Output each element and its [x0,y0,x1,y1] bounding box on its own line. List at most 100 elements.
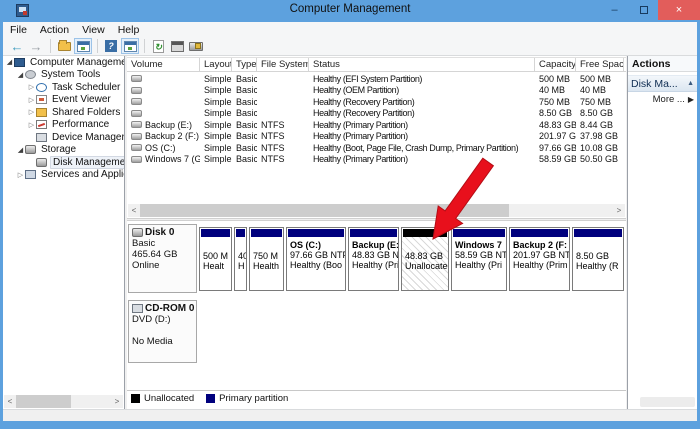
collapse-icon[interactable]: ▲ [687,80,694,87]
scroll-right-icon[interactable]: > [613,206,625,215]
legend-label: Unallocated [144,393,194,404]
disk0-info-cell[interactable]: Disk 0 Basic 465.64 GB Online [128,224,197,293]
actions-scrollbar[interactable] [640,397,695,407]
clock-icon [36,83,47,92]
actions-section-disk-management[interactable]: Disk Ma... ▲ [628,75,697,92]
volume-row[interactable]: SimpleBasicHealthy (EFI System Partition… [127,73,626,85]
volume-row[interactable]: Backup 2 (F:)SimpleBasicNTFSHealthy (Pri… [127,131,626,143]
menu-file[interactable]: File [10,24,27,36]
minimize-button[interactable]: – [600,0,629,20]
column-header-file-system[interactable]: File System [257,58,309,71]
cell-layout: Simple [200,143,232,153]
help-icon[interactable]: ? [102,38,120,54]
volume-horizontal-scrollbar[interactable]: < > [128,204,625,217]
scroll-left-icon[interactable]: < [4,397,16,406]
console-window-icon[interactable] [121,38,139,54]
column-header-layout[interactable]: Layout [200,58,232,71]
volume-row[interactable]: SimpleBasicHealthy (Recovery Partition)7… [127,96,626,108]
tree-item-disk-management[interactable]: Disk Management [3,156,124,169]
cell-free: 10.08 GB [576,143,624,153]
partition-500-m[interactable]: 500 MHealt [199,227,232,291]
column-header-free-space[interactable]: Free Space [576,58,624,71]
expand-icon[interactable]: ▷ [27,108,36,116]
volume-icon [131,75,142,82]
partition-8.50-gb[interactable]: 8.50 GBHealthy (R [572,227,624,291]
tree-item-system-tools[interactable]: ◢System Tools [3,69,124,82]
cell-fs: NTFS [257,143,309,153]
expand-icon[interactable]: ▷ [27,121,36,129]
partition-backup-2-f[interactable]: Backup 2 (F:201.97 GB NTIHealthy (Prim [509,227,570,291]
folder-icon[interactable] [55,38,73,54]
app-frame: File Action View Help ←→? ◢Computer Managem… [3,22,697,421]
maximize-button[interactable] [629,0,658,20]
close-button[interactable]: × [658,0,700,20]
volume-table: SimpleBasicHealthy (EFI System Partition… [127,73,626,165]
expand-icon[interactable]: ▷ [27,83,36,91]
actions-pane: Actions Disk Ma... ▲ More ... ▶ [627,56,697,409]
volume-row[interactable]: SimpleBasicHealthy (OEM Partition)40 MB4… [127,85,626,97]
menu-help[interactable]: Help [118,24,140,36]
disk-icon[interactable] [187,38,205,54]
partition-unallocated[interactable]: 48.83 GBUnallocated [401,227,449,291]
legend-item: Primary partition [206,393,288,404]
tree-item-label: Event Viewer [50,94,113,105]
cdrom-icon [132,304,143,313]
cell-capacity: 8.50 GB [535,108,576,118]
column-header-type[interactable]: Type [232,58,257,71]
tree-item-services-and-applicatio[interactable]: ▷Services and Applicatio [3,169,124,182]
column-header-capacity[interactable]: Capacity [535,58,576,71]
cell-capacity: 48.83 GB [535,120,576,130]
collapse-icon[interactable]: ◢ [16,71,25,79]
partition-750-m[interactable]: 750 MHealth [249,227,284,291]
scroll-thumb[interactable] [16,395,71,408]
cdrom-info-cell[interactable]: CD-ROM 0 DVD (D:) No Media [128,300,197,363]
tree-item-label: Performance [50,119,111,130]
cell-capacity: 500 MB [535,74,576,84]
disk0-size: 465.64 GB [132,249,196,260]
menu-action[interactable]: Action [40,24,69,36]
properties-icon[interactable] [168,38,186,54]
collapse-icon[interactable]: ◢ [16,146,25,154]
menu-view[interactable]: View [82,24,105,36]
partition-windows-7[interactable]: Windows 758.59 GB NTHealthy (Pri [451,227,507,291]
volume-icon [131,156,142,163]
status-bar [3,409,697,421]
tree-item-storage[interactable]: ◢Storage [3,144,124,157]
more-actions-item[interactable]: More ... ▶ [628,92,697,107]
tree-item-task-scheduler[interactable]: ▷Task Scheduler [3,81,124,94]
drive-icon [36,158,47,167]
expand-icon[interactable]: ▷ [27,96,36,104]
back-icon[interactable]: ← [8,38,26,54]
volume-row[interactable]: Windows 7 (G:)SimpleBasicNTFSHealthy (Pr… [127,154,626,166]
tree-horizontal-scrollbar[interactable]: < > [4,395,123,408]
volume-row[interactable]: SimpleBasicHealthy (Recovery Partition)8… [127,108,626,120]
partition-40[interactable]: 40H [234,227,247,291]
partition-color-strip [453,229,505,237]
console-window-icon[interactable] [74,38,92,54]
volume-icon [131,121,142,128]
column-header-volume[interactable]: Volume [127,58,200,71]
tree-item-performance[interactable]: ▷ Performance [3,119,124,132]
partition-label: 750 MHealth [250,237,283,290]
partition-os-c[interactable]: OS (C:)97.66 GB NTFHealthy (Boo [286,227,346,291]
tree-item-device-manager[interactable]: Device Manager [3,131,124,144]
partition-color-strip [574,229,622,237]
volume-icon [131,110,142,117]
scroll-left-icon[interactable]: < [128,206,140,215]
tree-item-event-viewer[interactable]: ▷ Event Viewer [3,94,124,107]
partition-label: 48.83 GBUnallocated [402,237,448,290]
scroll-right-icon[interactable]: > [111,397,123,406]
refresh-icon[interactable] [149,38,167,54]
volume-row[interactable]: Backup (E:)SimpleBasicNTFSHealthy (Prima… [127,119,626,131]
tree-item-computer-management-l[interactable]: ◢Computer Management (L [3,56,124,69]
scroll-thumb[interactable] [140,204,509,217]
expand-icon[interactable]: ▷ [16,171,25,179]
forward-icon[interactable]: → [27,38,45,54]
collapse-icon[interactable]: ◢ [5,58,14,66]
cell-capacity: 97.66 GB [535,143,576,153]
volume-row[interactable]: OS (C:)SimpleBasicNTFSHealthy (Boot, Pag… [127,142,626,154]
tree-item-shared-folders[interactable]: ▷Shared Folders [3,106,124,119]
partition-color-strip [288,229,344,237]
partition-backup-e[interactable]: Backup (E:48.83 GB NTHealthy (Pri [348,227,399,291]
column-header-status[interactable]: Status [309,58,535,71]
